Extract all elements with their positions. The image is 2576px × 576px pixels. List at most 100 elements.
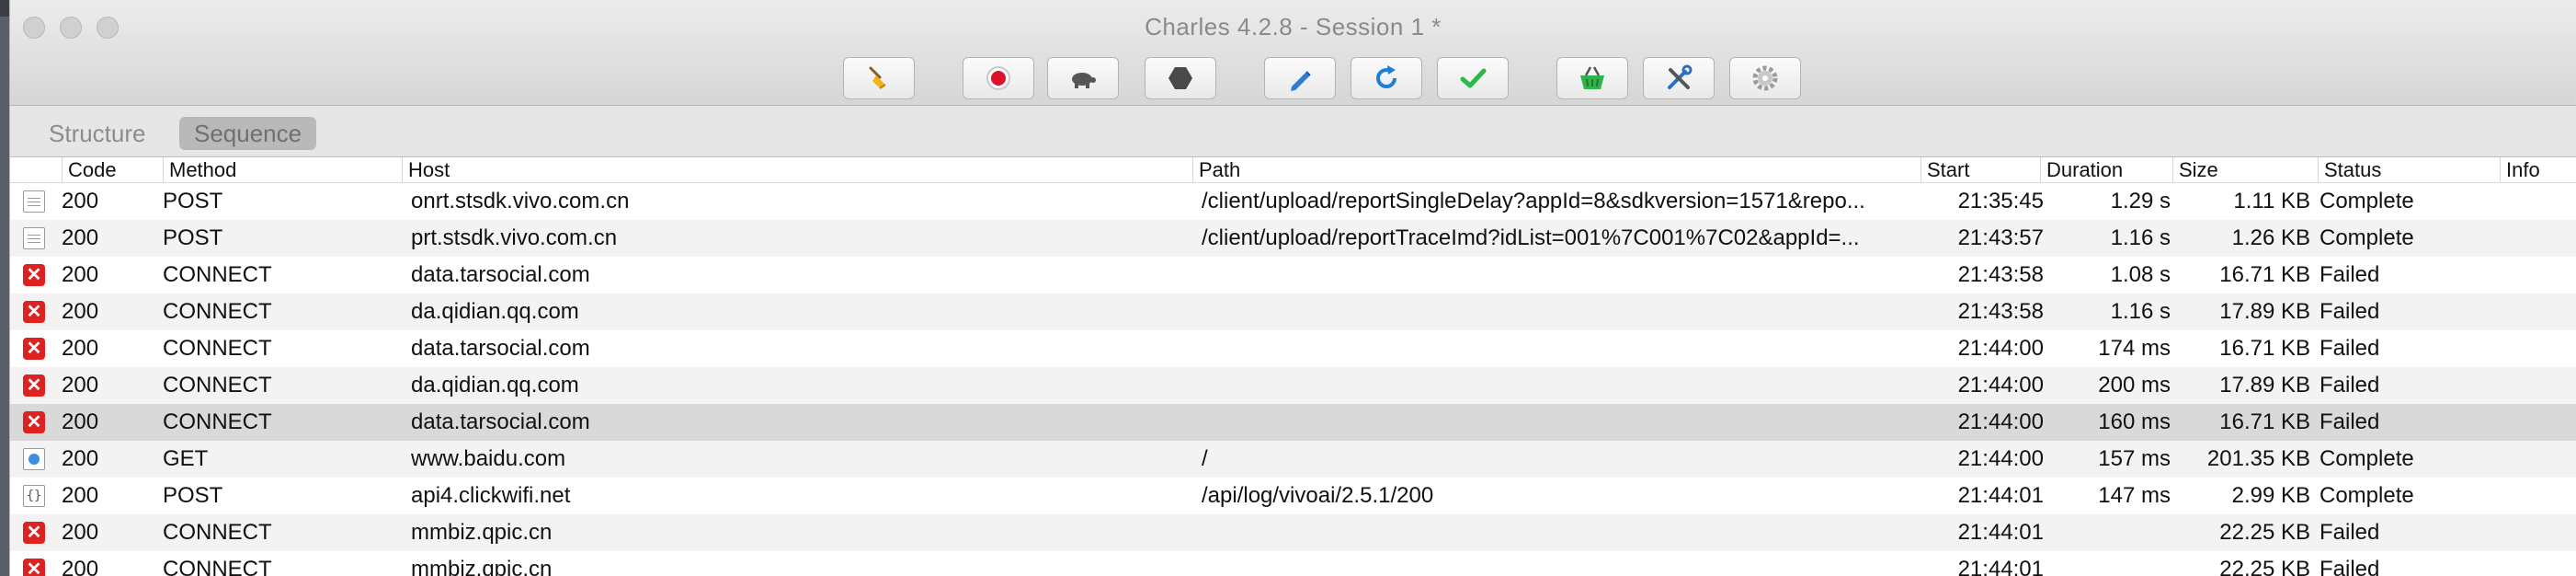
cell-code: 200 [62,409,99,434]
column-header-status[interactable]: Status [2318,157,2511,183]
cell-path [1202,551,1919,576]
column-header-code[interactable]: Code [62,157,172,183]
broom-icon [869,66,886,89]
cell-method: CONNECT [163,262,272,287]
cell-status: Complete [2320,225,2414,250]
cell-code: 200 [62,262,99,287]
failed-x-icon: ✕ [23,411,45,433]
cell-path: /client/upload/reportSingleDelay?appId=8… [1202,189,1865,213]
cell-duration: 1.16 s [2110,225,2171,250]
tab-structure[interactable]: Structure [34,117,161,150]
cell-start: 21:35:45 [1957,189,2044,213]
cell-size: 1.26 KB [2231,225,2310,250]
breakpoints-button[interactable] [1145,57,1216,99]
sequence-table: Code Method Host Path Start Duration Siz… [10,157,2576,576]
cell-host: data.tarsocial.com [411,336,590,361]
table-row[interactable]: {} 200 POST api4.clickwifi.net/api/log/vivo… [10,478,2576,514]
cell-status: Complete [2320,483,2414,508]
cell-size: 22.25 KB [2219,520,2310,545]
cell-method: POST [163,189,223,213]
cell-code: 200 [62,189,99,213]
cell-code: 200 [62,520,99,545]
table-row[interactable]: 200 POST prt.stsdk.vivo.com.cn/client/uplo… [10,220,2576,257]
cell-method: GET [163,446,209,471]
throttle-button[interactable] [1047,57,1119,99]
repeat-button[interactable] [1351,57,1422,99]
column-header-duration[interactable]: Duration [2040,157,2182,183]
cell-start: 21:44:01 [1957,557,2044,576]
tab-sequence[interactable]: Sequence [179,117,317,150]
json-icon: {} [23,485,45,507]
pen-icon [1291,71,1311,91]
cell-code: 200 [62,299,99,324]
cell-path [1202,367,1919,404]
cell-method: POST [163,483,223,508]
validate-button[interactable] [1437,57,1509,99]
cell-duration: 200 ms [2098,373,2171,397]
shopping-basket-button[interactable] [1556,57,1628,99]
cell-status: Failed [2320,262,2380,287]
cell-host: api4.clickwifi.net [411,483,571,508]
cell-duration: 1.08 s [2110,262,2171,287]
title-bar: Charles 4.2.8 - Session 1 * [10,0,2576,106]
check-icon [1460,68,1487,88]
document-icon [23,190,45,213]
cell-status: Complete [2320,189,2414,213]
table-row[interactable]: ✕ 200 CONNECT da.qidian.qq.com 21:43:58 1.16 … [10,294,2576,330]
table-row[interactable]: ✕ 200 CONNECT mmbiz.qpic.cn 21:44:01 22.25 KB… [10,551,2576,576]
view-switcher: Structure Sequence [10,106,2576,157]
table-row[interactable]: ✕ 200 CONNECT data.tarsocial.com 21:44:00 160… [10,404,2576,441]
window-title: Charles 4.2.8 - Session 1 * [1145,13,1442,40]
cell-info [2502,441,2575,478]
cell-path [1202,257,1919,294]
cell-path [1202,294,1919,330]
column-header-size[interactable]: Size [2172,157,2329,183]
cell-info [2502,220,2575,257]
cell-size: 22.25 KB [2219,557,2310,576]
cell-start: 21:44:00 [1957,336,2044,361]
cell-host: da.qidian.qq.com [411,373,579,397]
table-row[interactable]: ✕ 200 CONNECT data.tarsocial.com 21:43:58 1.0… [10,257,2576,294]
cell-host: www.baidu.com [411,446,566,471]
table-row[interactable]: ✕ 200 CONNECT da.qidian.qq.com 21:44:00 200 m… [10,367,2576,404]
failed-x-icon: ✕ [23,522,45,544]
cell-status: Failed [2320,373,2380,397]
tools-icon [1668,64,1693,89]
table-row[interactable]: ✕ 200 CONNECT mmbiz.qpic.cn 21:44:01 22.25 KB… [10,514,2576,551]
cell-method: CONNECT [163,336,272,361]
table-row[interactable]: 200 GET www.baidu.com / 21:44:00 157 ms 201.35… [10,441,2576,478]
table-row[interactable]: 200 POST onrt.stsdk.vivo.com.cn/client/upl… [10,183,2576,220]
cell-start: 21:44:00 [1957,409,2044,434]
cell-status: Complete [2320,446,2414,471]
clear-session-button[interactable] [843,57,915,99]
column-header-host[interactable]: Host [402,157,1202,183]
cell-duration: 174 ms [2098,336,2171,361]
failed-x-icon: ✕ [23,559,45,576]
cell-duration: 160 ms [2098,409,2171,434]
failed-x-icon: ✕ [23,301,45,323]
cell-path [1202,330,1919,367]
table-header: Code Method Host Path Start Duration Siz… [10,157,2576,183]
column-header-method[interactable]: Method [163,157,411,183]
cell-start: 21:44:00 [1957,446,2044,471]
cell-duration [2040,551,2171,576]
column-header-start[interactable]: Start [1921,157,2049,183]
cell-start: 21:43:58 [1957,262,2044,287]
cell-info [2502,330,2575,367]
cell-host: mmbiz.qpic.cn [411,557,553,576]
tools-button[interactable] [1643,57,1715,99]
cell-path: / [1202,446,1208,471]
document-icon [23,227,45,249]
column-header-info[interactable]: Info [2500,157,2576,183]
cell-host: onrt.stsdk.vivo.com.cn [411,189,630,213]
cell-info [2502,183,2575,220]
settings-button[interactable] [1729,57,1801,99]
compose-button[interactable] [1264,57,1336,99]
record-button[interactable] [963,57,1034,99]
cell-code: 200 [62,557,99,576]
stop-hexagon-icon [1168,67,1192,89]
table-row[interactable]: ✕ 200 CONNECT data.tarsocial.com 21:44:00 174… [10,330,2576,367]
cell-size: 1.11 KB [2233,189,2310,213]
charles-window: Charles 4.2.8 - Session 1 * Structure Se… [9,0,2576,576]
column-header-path[interactable]: Path [1192,157,1928,183]
